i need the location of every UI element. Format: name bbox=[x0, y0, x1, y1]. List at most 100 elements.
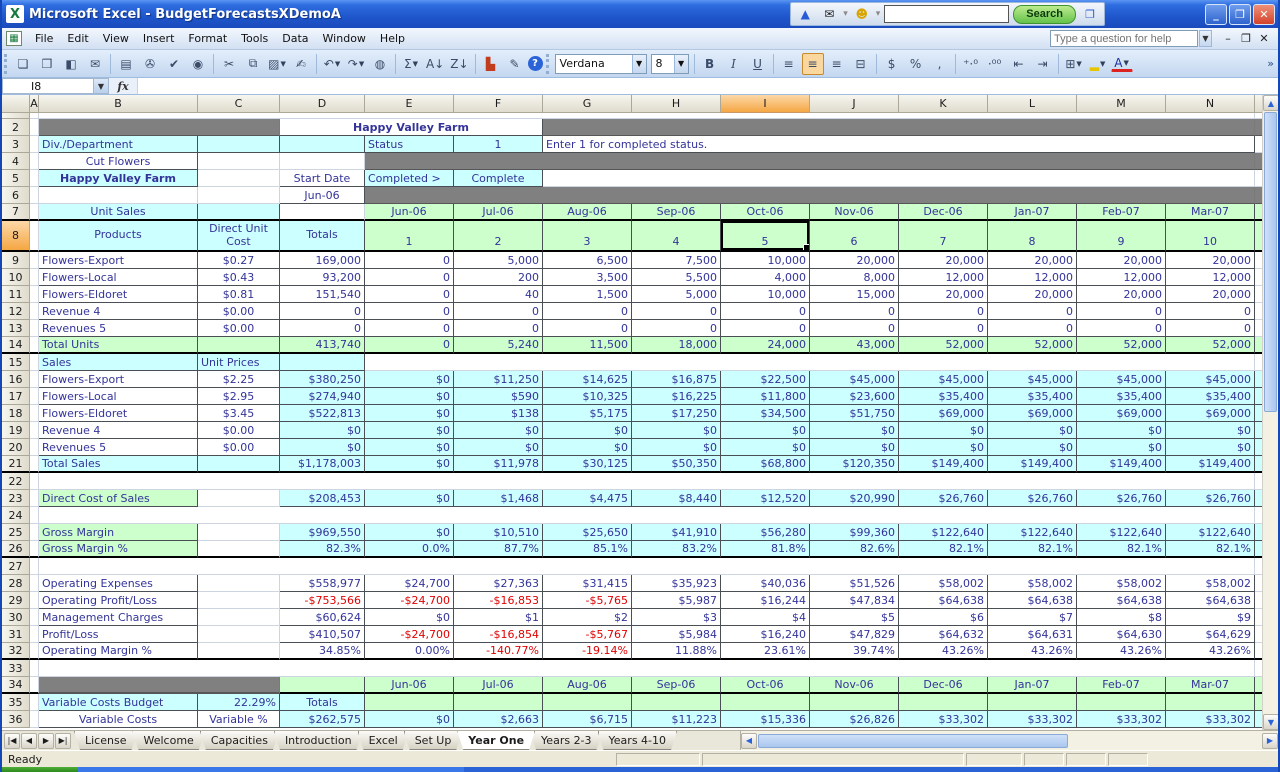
cell-B22[interactable] bbox=[39, 473, 1255, 490]
cell-D17[interactable]: $274,940 bbox=[280, 388, 365, 405]
decrease-decimal-button[interactable]: ·⁰⁰ bbox=[984, 53, 1006, 75]
cell-L7[interactable]: Jan-07 bbox=[988, 204, 1077, 221]
new-icon[interactable]: ❏ bbox=[12, 53, 34, 75]
cell-G3[interactable]: Enter 1 for completed status. bbox=[543, 136, 1255, 153]
cell-D14[interactable]: 413,740 bbox=[280, 337, 365, 354]
cell-M13[interactable]: 0 bbox=[1077, 320, 1166, 337]
cell-A27[interactable] bbox=[30, 558, 39, 575]
cell-F8[interactable]: 2 bbox=[454, 221, 543, 252]
cell-G29[interactable]: -$5,765 bbox=[543, 592, 632, 609]
cell-B7[interactable]: Unit Sales bbox=[39, 204, 198, 221]
cell-B34[interactable] bbox=[39, 677, 280, 694]
cell-A26[interactable] bbox=[30, 541, 39, 558]
cell-L18[interactable]: $69,000 bbox=[988, 405, 1077, 422]
cell-D2[interactable]: Happy Valley Farm bbox=[280, 119, 543, 136]
horizontal-scroll-thumb[interactable] bbox=[758, 734, 1068, 748]
cell-D20[interactable]: $0 bbox=[280, 439, 365, 456]
cell-L9[interactable]: 20,000 bbox=[988, 252, 1077, 269]
cell-L26[interactable]: 82.1% bbox=[988, 541, 1077, 558]
cell-M20[interactable]: $0 bbox=[1077, 439, 1166, 456]
cell-N14[interactable]: 52,000 bbox=[1166, 337, 1255, 354]
cell-F35[interactable] bbox=[454, 694, 543, 711]
cell-N9[interactable]: 20,000 bbox=[1166, 252, 1255, 269]
cell-D29[interactable]: -$753,566 bbox=[280, 592, 365, 609]
row-header-14[interactable]: 14 bbox=[2, 337, 30, 354]
cell-N29[interactable]: $64,638 bbox=[1166, 592, 1255, 609]
row-header-31[interactable]: 31 bbox=[2, 626, 30, 643]
cell-I25[interactable]: $56,280 bbox=[721, 524, 810, 541]
autosum-icon[interactable]: Σ▼ bbox=[400, 53, 422, 75]
cell-L8[interactable]: 8 bbox=[988, 221, 1077, 252]
cell-C29[interactable] bbox=[198, 592, 280, 609]
cell-I29[interactable]: $16,244 bbox=[721, 592, 810, 609]
row-header-2[interactable]: 2 bbox=[2, 119, 30, 136]
scroll-down-icon[interactable]: ▼ bbox=[1263, 714, 1278, 730]
cell-C11[interactable]: $0.81 bbox=[198, 286, 280, 303]
cell-N35[interactable] bbox=[1166, 694, 1255, 711]
cell-N21[interactable]: $149,400 bbox=[1166, 456, 1255, 473]
cell-I32[interactable]: 23.61% bbox=[721, 643, 810, 660]
print-icon[interactable]: ▤ bbox=[115, 53, 137, 75]
cell-I11[interactable]: 10,000 bbox=[721, 286, 810, 303]
cell-L12[interactable]: 0 bbox=[988, 303, 1077, 320]
row-header-6[interactable]: 6 bbox=[2, 187, 30, 204]
cell-I18[interactable]: $34,500 bbox=[721, 405, 810, 422]
cell-E30[interactable]: $0 bbox=[365, 609, 454, 626]
cell-F5[interactable]: Complete bbox=[454, 170, 543, 187]
cell-B6[interactable] bbox=[39, 187, 198, 204]
cell-G19[interactable]: $0 bbox=[543, 422, 632, 439]
cell-J30[interactable]: $5 bbox=[810, 609, 899, 626]
cell-J18[interactable]: $51,750 bbox=[810, 405, 899, 422]
cell-D11[interactable]: 151,540 bbox=[280, 286, 365, 303]
cell-A21[interactable] bbox=[30, 456, 39, 473]
cell-B17[interactable]: Flowers-Local bbox=[39, 388, 198, 405]
row-header-13[interactable]: 13 bbox=[2, 320, 30, 337]
cell-F10[interactable]: 200 bbox=[454, 269, 543, 286]
bold-button[interactable]: B bbox=[699, 53, 721, 75]
row-header-21[interactable]: 21 bbox=[2, 456, 30, 473]
cell-M21[interactable]: $149,400 bbox=[1077, 456, 1166, 473]
cell-I20[interactable]: $0 bbox=[721, 439, 810, 456]
cell-N30[interactable]: $9 bbox=[1166, 609, 1255, 626]
cut-icon[interactable]: ✂ bbox=[218, 53, 240, 75]
cell-C20[interactable]: $0.00 bbox=[198, 439, 280, 456]
cell-M18[interactable]: $69,000 bbox=[1077, 405, 1166, 422]
cell-M29[interactable]: $64,638 bbox=[1077, 592, 1166, 609]
cell-H10[interactable]: 5,500 bbox=[632, 269, 721, 286]
cell-M23[interactable]: $26,760 bbox=[1077, 490, 1166, 507]
help-question-input[interactable] bbox=[1050, 30, 1198, 47]
column-header-K[interactable]: K bbox=[899, 95, 988, 113]
cell-G16[interactable]: $14,625 bbox=[543, 371, 632, 388]
cell-N31[interactable]: $64,629 bbox=[1166, 626, 1255, 643]
cell-N17[interactable]: $35,400 bbox=[1166, 388, 1255, 405]
column-header-J[interactable]: J bbox=[810, 95, 899, 113]
cell-E5[interactable]: Completed > bbox=[365, 170, 454, 187]
cell-C4[interactable] bbox=[198, 153, 280, 170]
cell-I12[interactable]: 0 bbox=[721, 303, 810, 320]
cell-K32[interactable]: 43.26% bbox=[899, 643, 988, 660]
cell-J29[interactable]: $47,834 bbox=[810, 592, 899, 609]
cell-B5[interactable]: Happy Valley Farm bbox=[39, 170, 198, 187]
sort-asc-icon[interactable]: A↓ bbox=[424, 53, 446, 75]
save-icon[interactable]: ◧ bbox=[60, 53, 82, 75]
cell-G12[interactable]: 0 bbox=[543, 303, 632, 320]
cell-B20[interactable]: Revenues 5 bbox=[39, 439, 198, 456]
cell-C15[interactable]: Unit Prices bbox=[198, 354, 280, 371]
cell-F18[interactable]: $138 bbox=[454, 405, 543, 422]
column-header-F[interactable]: F bbox=[454, 95, 543, 113]
cell-B9[interactable]: Flowers-Export bbox=[39, 252, 198, 269]
cell-C5[interactable] bbox=[198, 170, 280, 187]
cell-G36[interactable]: $6,715 bbox=[543, 711, 632, 728]
cell-N10[interactable]: 12,000 bbox=[1166, 269, 1255, 286]
cell-B21[interactable]: Total Sales bbox=[39, 456, 198, 473]
cell-F11[interactable]: 40 bbox=[454, 286, 543, 303]
cell-K26[interactable]: 82.1% bbox=[899, 541, 988, 558]
cell-B19[interactable]: Revenue 4 bbox=[39, 422, 198, 439]
cell-I28[interactable]: $40,036 bbox=[721, 575, 810, 592]
cell-E12[interactable]: 0 bbox=[365, 303, 454, 320]
column-header-M[interactable]: M bbox=[1077, 95, 1166, 113]
cell-C35[interactable]: 22.29% bbox=[198, 694, 280, 711]
cell-F28[interactable]: $27,363 bbox=[454, 575, 543, 592]
column-header-A[interactable]: A bbox=[30, 95, 39, 113]
email-icon[interactable]: ✉ bbox=[84, 53, 106, 75]
